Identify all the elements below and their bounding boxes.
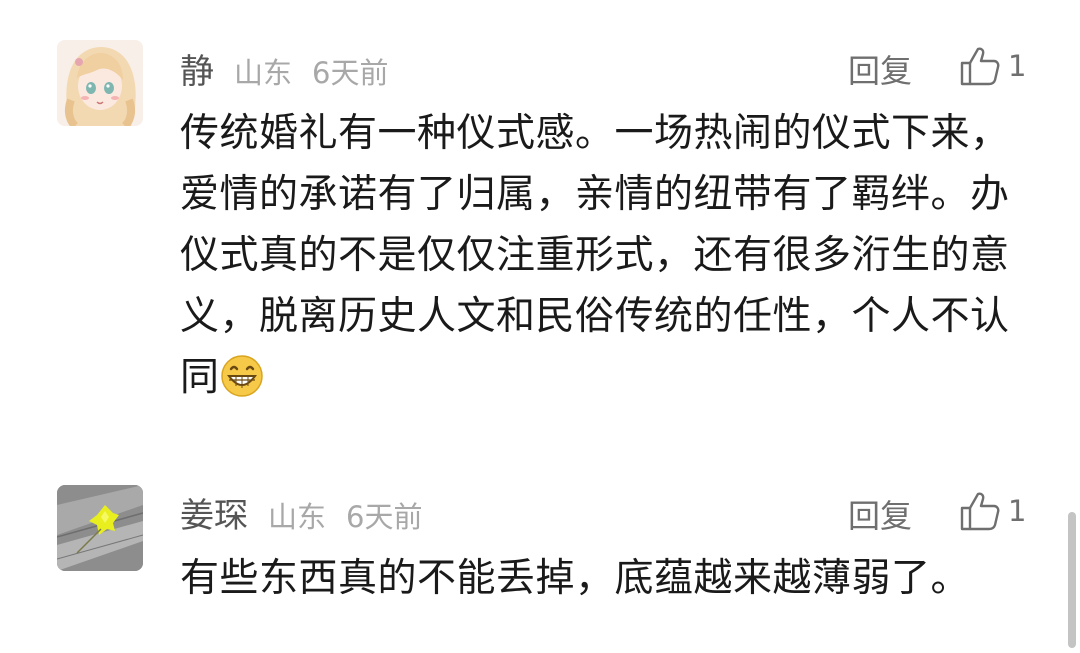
username[interactable]: 姜琛 [180,488,248,537]
comment-meta: 姜琛 山东 6天前 [180,488,442,538]
avatar[interactable] [57,485,143,571]
comment-meta: 静 山东 6天前 [180,44,408,94]
scrollbar[interactable] [1068,512,1076,648]
location: 山东 [234,56,293,90]
grinning-face-icon [220,354,264,398]
like-count: 1 [1008,49,1027,83]
comment-text: 有些东西真的不能丢掉，底蕴越来越薄弱了。 [180,548,1020,609]
avatar[interactable] [57,40,143,126]
like-button[interactable]: 1 [958,489,1026,533]
timestamp: 6天前 [346,500,423,534]
comment-body: 有些东西真的不能丢掉，底蕴越来越薄弱了。 [180,556,971,601]
yellow-flower-avatar-icon [57,485,143,571]
reply-button[interactable]: 回复 [848,46,912,92]
like-button[interactable]: 1 [958,44,1026,88]
comment-body: 传统婚礼有一种仪式感。一场热闹的仪式下来，爱情的承诺有了归属，亲情的纽带有了羁绊… [180,111,1010,400]
anime-girl-avatar-icon [57,40,143,126]
thumbs-up-icon [960,47,1000,86]
thumbs-up-icon [960,492,1000,531]
reply-button[interactable]: 回复 [848,491,912,537]
username[interactable]: 静 [180,44,214,93]
location: 山东 [268,500,327,534]
comment-text: 传统婚礼有一种仪式感。一场热闹的仪式下来，爱情的承诺有了归属，亲情的纽带有了羁绊… [180,103,1020,408]
timestamp: 6天前 [312,56,389,90]
like-count: 1 [1008,494,1027,528]
